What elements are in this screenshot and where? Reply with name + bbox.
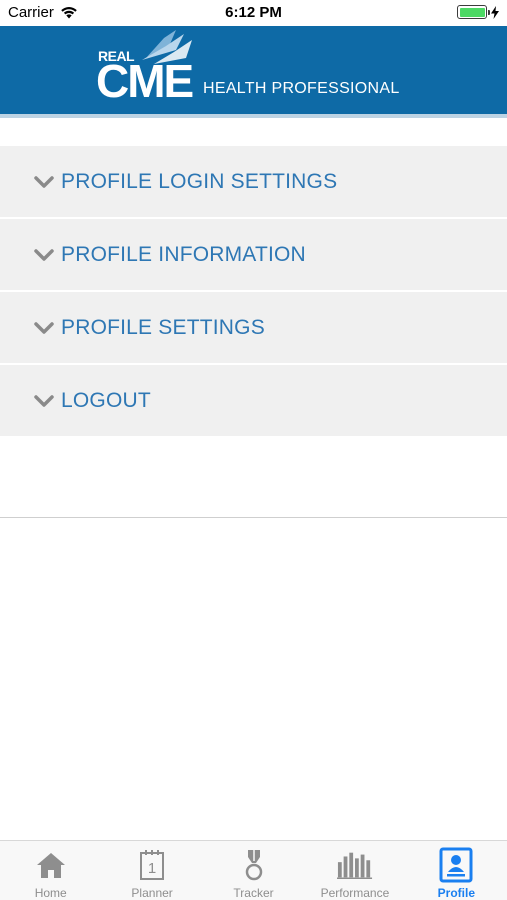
status-bar: Carrier 6:12 PM <box>0 0 507 26</box>
tab-planner[interactable]: 1 Planner <box>101 841 202 900</box>
status-time: 6:12 PM <box>225 4 282 21</box>
tab-label: Planner <box>131 886 173 900</box>
content-divider <box>0 517 507 518</box>
header-subtitle: HEALTH PROFESSIONAL <box>203 80 400 97</box>
menu-item-profile-information[interactable]: PROFILE INFORMATION <box>0 219 507 292</box>
svg-text:1: 1 <box>148 860 156 877</box>
profile-icon <box>439 847 473 883</box>
tab-home[interactable]: Home <box>0 841 101 900</box>
status-right <box>457 5 499 19</box>
tab-bar: Home 1 Planner Tracker Performance Profi… <box>0 840 507 900</box>
menu-item-profile-login-settings[interactable]: PROFILE LOGIN SETTINGS <box>0 146 507 219</box>
home-icon <box>36 853 65 878</box>
tab-performance[interactable]: Performance <box>304 841 405 900</box>
tab-label: Home <box>34 886 67 900</box>
tab-label: Performance <box>320 886 390 900</box>
calendar-icon: 1 <box>140 850 165 880</box>
tab-label: Tracker <box>233 886 274 900</box>
battery-icon <box>457 5 490 19</box>
bar-chart-icon <box>336 852 372 879</box>
app-header: REAL CME HEALTH PROFESSIONAL <box>0 26 507 118</box>
menu-item-label: PROFILE SETTINGS <box>61 315 265 339</box>
menu-item-logout[interactable]: LOGOUT <box>0 365 507 438</box>
realcme-logo: REAL CME <box>96 30 196 110</box>
medal-icon <box>245 850 262 881</box>
menu-item-label: PROFILE INFORMATION <box>61 242 306 266</box>
tab-profile[interactable]: Profile <box>406 841 507 900</box>
bolt-icon <box>491 5 499 19</box>
menu-item-label: LOGOUT <box>61 388 151 412</box>
menu-item-profile-settings[interactable]: PROFILE SETTINGS <box>0 292 507 365</box>
logo-cme-text: CME <box>96 55 194 107</box>
tab-label: Profile <box>437 886 475 900</box>
chevron-down-icon <box>34 248 54 261</box>
chevron-down-icon <box>34 175 54 188</box>
profile-menu: PROFILE LOGIN SETTINGS PROFILE INFORMATI… <box>0 146 507 438</box>
chevron-down-icon <box>34 394 54 407</box>
tab-tracker[interactable]: Tracker <box>203 841 304 900</box>
chevron-down-icon <box>34 321 54 334</box>
menu-item-label: PROFILE LOGIN SETTINGS <box>61 169 338 193</box>
